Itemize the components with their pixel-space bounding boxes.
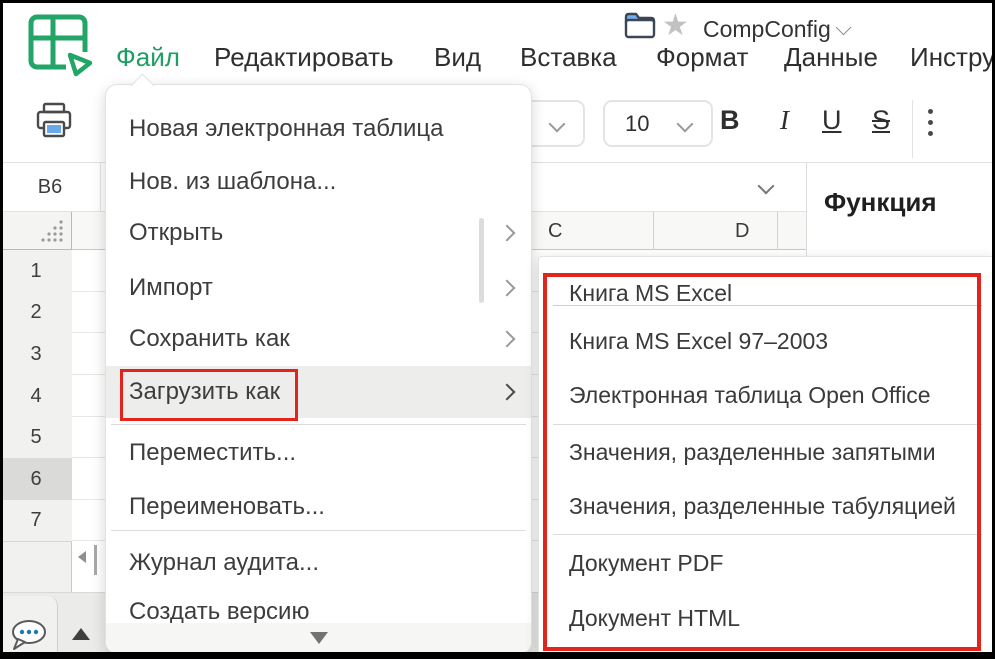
menu-item-move[interactable]: Переместить... xyxy=(106,427,531,479)
submenu-arrow-icon xyxy=(499,280,516,297)
menu-item-label: Импорт xyxy=(129,274,213,302)
menu-item-new-spreadsheet[interactable]: Новая электронная таблица xyxy=(106,103,531,155)
menu-view[interactable]: Вид xyxy=(434,42,481,73)
chevron-down-icon xyxy=(549,115,566,132)
column-header-d[interactable]: D xyxy=(735,220,749,243)
menu-item-label: Переместить... xyxy=(129,439,296,467)
menu-item-open[interactable]: Открыть xyxy=(106,207,531,259)
bold-button[interactable]: B xyxy=(720,105,740,136)
hscroll-thumb[interactable] xyxy=(94,545,97,575)
menu-item-label: Открыть xyxy=(129,219,223,247)
row-header-1[interactable]: 1 xyxy=(0,250,72,293)
formula-bar-chevron-icon[interactable] xyxy=(758,178,775,195)
function-panel: Функция xyxy=(806,163,995,256)
menu-item-label: Журнал аудита... xyxy=(129,549,319,577)
row-header-5[interactable]: 5 xyxy=(0,417,72,459)
column-border xyxy=(777,212,778,250)
menu-scrollbar-thumb[interactable] xyxy=(479,218,484,303)
menu-scroll-down-strip[interactable] xyxy=(106,623,531,653)
menu-item-save-as[interactable]: Сохранить как xyxy=(106,313,531,365)
italic-button[interactable]: I xyxy=(780,105,789,136)
menu-item-label: Новая электронная таблица xyxy=(129,115,443,143)
star-icon[interactable]: ★ xyxy=(662,8,689,43)
menu-separator xyxy=(111,424,526,425)
underline-button[interactable]: U xyxy=(822,105,842,136)
menu-item-new-from-template[interactable]: Нов. из шаблона... xyxy=(106,156,531,208)
frame-top xyxy=(0,0,995,3)
scroll-left-arrow-icon[interactable] xyxy=(78,551,86,563)
menu-item-label: Сохранить как xyxy=(129,325,290,353)
font-size-dropdown[interactable]: 10 xyxy=(603,100,713,147)
select-all-dots-icon xyxy=(37,218,65,249)
menu-scroll-down-icon xyxy=(310,632,328,644)
toolbar-separator xyxy=(912,100,913,158)
row-header-6-selected[interactable]: 6 xyxy=(0,458,72,501)
menu-file[interactable]: Файл xyxy=(116,42,180,73)
row-header-3[interactable]: 3 xyxy=(0,333,72,376)
menu-tools[interactable]: Инструменты xyxy=(910,42,995,73)
menu-item-label: Переименовать... xyxy=(129,493,325,521)
frame-left xyxy=(0,0,3,659)
menu-separator xyxy=(111,530,526,531)
row-header-2[interactable]: 2 xyxy=(0,292,72,334)
menu-item-import[interactable]: Импорт xyxy=(106,262,531,314)
font-size-value: 10 xyxy=(625,111,649,137)
menu-item-audit-trail[interactable]: Журнал аудита... xyxy=(106,537,531,589)
submenu-arrow-icon xyxy=(499,331,516,348)
title-chevron-down-icon[interactable] xyxy=(836,20,852,36)
comments-tab[interactable] xyxy=(0,596,58,659)
menu-insert[interactable]: Вставка xyxy=(520,42,617,73)
menu-edit[interactable]: Редактировать xyxy=(214,42,394,73)
sheet-tabs-up-arrow-icon[interactable] xyxy=(72,628,90,640)
column-header-c[interactable]: C xyxy=(548,220,562,243)
annotation-box-submenu xyxy=(543,273,981,651)
annotation-box-download-as xyxy=(120,369,298,421)
column-border xyxy=(653,212,654,250)
select-all-corner[interactable] xyxy=(0,212,72,250)
menu-format[interactable]: Формат xyxy=(656,42,748,73)
menu-item-label: Создать версию xyxy=(129,598,309,626)
submenu-arrow-icon xyxy=(499,225,516,242)
strikethrough-button[interactable]: S xyxy=(872,105,890,136)
chevron-down-icon xyxy=(677,115,694,132)
zoho-sheet-logo[interactable] xyxy=(26,12,98,83)
menu-item-label: Нов. из шаблона... xyxy=(129,168,336,196)
name-box[interactable]: B6 xyxy=(0,163,100,211)
menu-item-rename[interactable]: Переименовать... xyxy=(106,481,531,533)
printer-icon[interactable] xyxy=(34,100,74,147)
row-header-7[interactable]: 7 xyxy=(0,500,72,542)
menu-data[interactable]: Данные xyxy=(784,42,878,73)
app-window: C D 1 2 3 4 5 6 7 xyxy=(0,0,995,659)
file-menu: Новая электронная таблица Нов. из шаблон… xyxy=(105,84,532,654)
kebab-menu-icon[interactable] xyxy=(928,106,933,139)
name-box-divider xyxy=(100,163,101,211)
folder-icon[interactable] xyxy=(622,11,658,46)
frame-bottom xyxy=(0,652,995,659)
row-header-4[interactable]: 4 xyxy=(0,375,72,418)
document-title[interactable]: CompConfig xyxy=(703,16,831,43)
function-panel-title: Функция xyxy=(824,187,995,218)
download-as-submenu: Книга MS Excel Книга MS Excel 97–2003 Эл… xyxy=(538,256,995,654)
submenu-arrow-icon xyxy=(499,384,516,401)
